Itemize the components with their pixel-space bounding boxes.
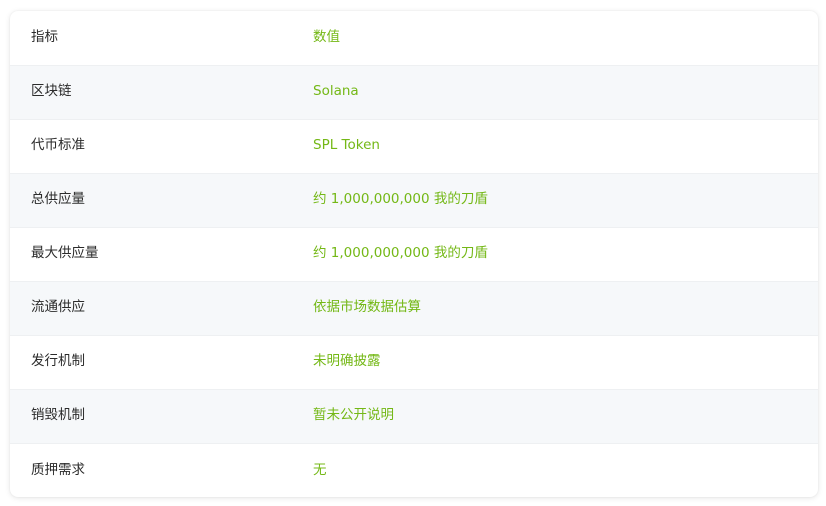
table-row: 销毁机制 暂未公开说明 <box>10 388 818 443</box>
header-value: 数值 <box>313 29 340 45</box>
row-value: SPL Token <box>292 118 818 173</box>
row-label: 代币标准 <box>10 118 292 173</box>
table-row: 发行机制 未明确披露 <box>10 334 818 389</box>
row-label: 发行机制 <box>10 334 292 389</box>
table-row: 区块链 Solana <box>10 64 818 119</box>
row-value: 约 1,000,000,000 我的刀盾 <box>292 172 818 227</box>
table-row: 总供应量 约 1,000,000,000 我的刀盾 <box>10 172 818 227</box>
row-value: 依据市场数据估算 <box>292 280 818 335</box>
token-info-card: 指标 数值 区块链 Solana 代币标准 SPL Token 总供应量 约 1… <box>10 11 818 497</box>
row-label: 质押需求 <box>10 442 292 497</box>
row-value: 未明确披露 <box>292 334 818 389</box>
row-label: 销毁机制 <box>10 388 292 443</box>
header-label: 指标 <box>31 29 58 45</box>
table-row: 流通供应 依据市场数据估算 <box>10 280 818 335</box>
table-row: 代币标准 SPL Token <box>10 118 818 173</box>
row-value: 约 1,000,000,000 我的刀盾 <box>292 226 818 281</box>
row-label: 流通供应 <box>10 280 292 335</box>
table-header-row: 指标 数值 <box>10 11 818 65</box>
row-label: 总供应量 <box>10 172 292 227</box>
row-value: 无 <box>292 442 818 497</box>
table-row: 质押需求 无 <box>10 442 818 497</box>
row-label: 最大供应量 <box>10 226 292 281</box>
row-value: 暂未公开说明 <box>292 388 818 443</box>
row-value: Solana <box>292 64 818 119</box>
row-label: 区块链 <box>10 64 292 119</box>
table-row: 最大供应量 约 1,000,000,000 我的刀盾 <box>10 226 818 281</box>
token-info-table: 指标 数值 区块链 Solana 代币标准 SPL Token 总供应量 约 1… <box>10 11 818 497</box>
